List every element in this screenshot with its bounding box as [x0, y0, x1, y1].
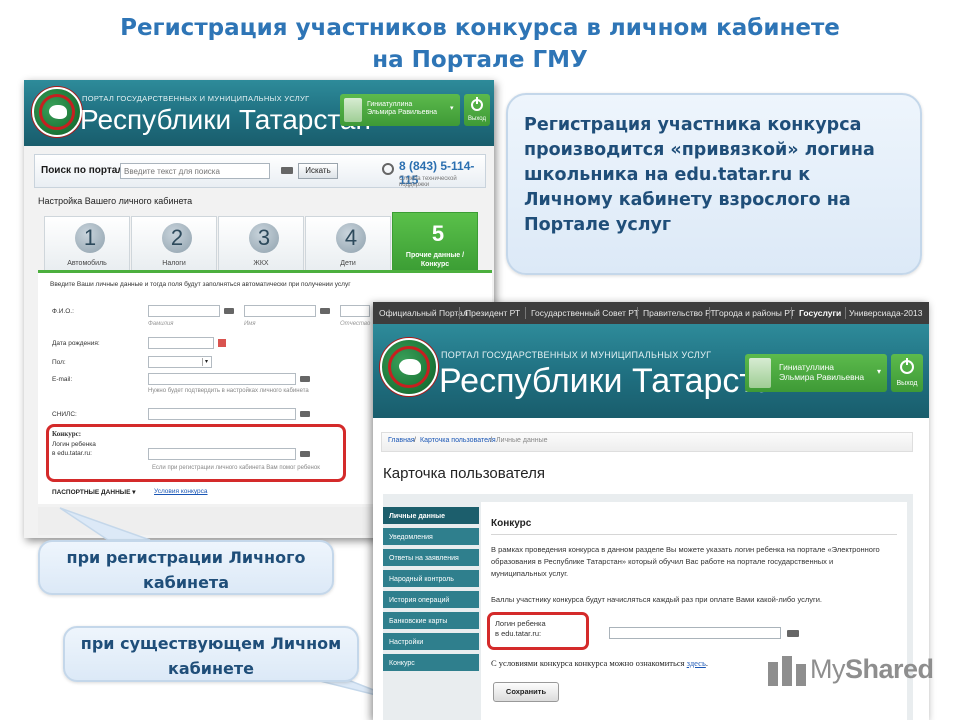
registration-callout-pointer: [59, 507, 151, 541]
nav-item-government[interactable]: Правительство РТ: [643, 302, 716, 324]
user-name: Гиниатуллина Эльмира Равильевна: [779, 362, 865, 382]
child-login-input[interactable]: [609, 627, 781, 639]
watermark-text: MyShared: [810, 654, 934, 684]
exit-button[interactable]: Выход: [891, 354, 923, 392]
avatar: [749, 358, 771, 388]
contest-rules-text: С условиями конкурса конкурса можно озна…: [491, 658, 708, 668]
nav-item-state-council[interactable]: Государственный Совет РТ: [531, 302, 639, 324]
exit-label: Выход: [896, 380, 918, 387]
nav-item-gosuslugi[interactable]: Госуслуги: [799, 302, 841, 324]
divider: [491, 534, 897, 535]
sidebar-item-personal-data[interactable]: Личные данные: [383, 507, 479, 526]
portal-header: ПОРТАЛ ГОСУДАРСТВЕННЫХ И МУНИЦИПАЛЬНЫХ У…: [373, 324, 929, 418]
child-login-highlight-box: [487, 612, 589, 650]
sidebar-item-notifications[interactable]: Уведомления: [383, 528, 479, 547]
page-title: Карточка пользователя: [383, 465, 546, 482]
user-menu[interactable]: Гиниатуллина Эльмира Равильевна ▾: [745, 354, 887, 392]
sidebar-item-bank-cards[interactable]: Банковские карты: [383, 612, 479, 631]
tatarstan-emblem-icon: [380, 338, 438, 396]
existing-account-callout: при существующем Личном кабинете: [63, 626, 359, 682]
contest-rules-link[interactable]: здесь: [687, 658, 706, 668]
sidebar-item-history[interactable]: История операций: [383, 591, 479, 610]
nav-item-official-portal[interactable]: Официальный Портал: [379, 302, 468, 324]
registration-callout: при регистрации Личного кабинета: [38, 540, 334, 595]
contest-section-title: Конкурс: [491, 518, 532, 529]
nav-item-cities[interactable]: Города и районы РТ: [715, 302, 795, 324]
sidebar-item-settings[interactable]: Настройки: [383, 633, 479, 652]
breadcrumb-home[interactable]: Главная: [388, 437, 415, 444]
breadcrumb: Главная / Карточка пользователя / Личные…: [381, 432, 913, 452]
sidebar-item-public-control[interactable]: Народный контроль: [383, 570, 479, 589]
watermark-logo-icon: [768, 662, 778, 686]
nav-item-universiade[interactable]: Универсиада-2013: [849, 302, 923, 324]
chevron-down-icon: ▾: [877, 367, 882, 376]
breadcrumb-user-card[interactable]: Карточка пользователя: [420, 437, 496, 444]
breadcrumb-current: Личные данные: [496, 437, 548, 444]
sidebar-item-contest[interactable]: Конкурс: [383, 654, 479, 673]
portal-name: Республики Татарстан: [439, 362, 793, 400]
keyboard-icon[interactable]: [787, 630, 799, 637]
contest-description: В рамках проведения конкурса в данном ра…: [491, 545, 880, 578]
nav-item-president[interactable]: Президент РТ: [465, 302, 520, 324]
save-button[interactable]: Сохранить: [493, 682, 559, 702]
portal-subtitle: ПОРТАЛ ГОСУДАРСТВЕННЫХ И МУНИЦИПАЛЬНЫХ У…: [441, 350, 712, 360]
contest-points-note: Баллы участнику конкурса будут начислять…: [491, 595, 822, 604]
power-icon: [900, 358, 914, 374]
top-navigation: Официальный Портал Президент РТ Государс…: [373, 302, 929, 324]
sidebar-item-answers[interactable]: Ответы на заявления: [383, 549, 479, 568]
myshared-watermark: MyShared: [766, 654, 934, 694]
